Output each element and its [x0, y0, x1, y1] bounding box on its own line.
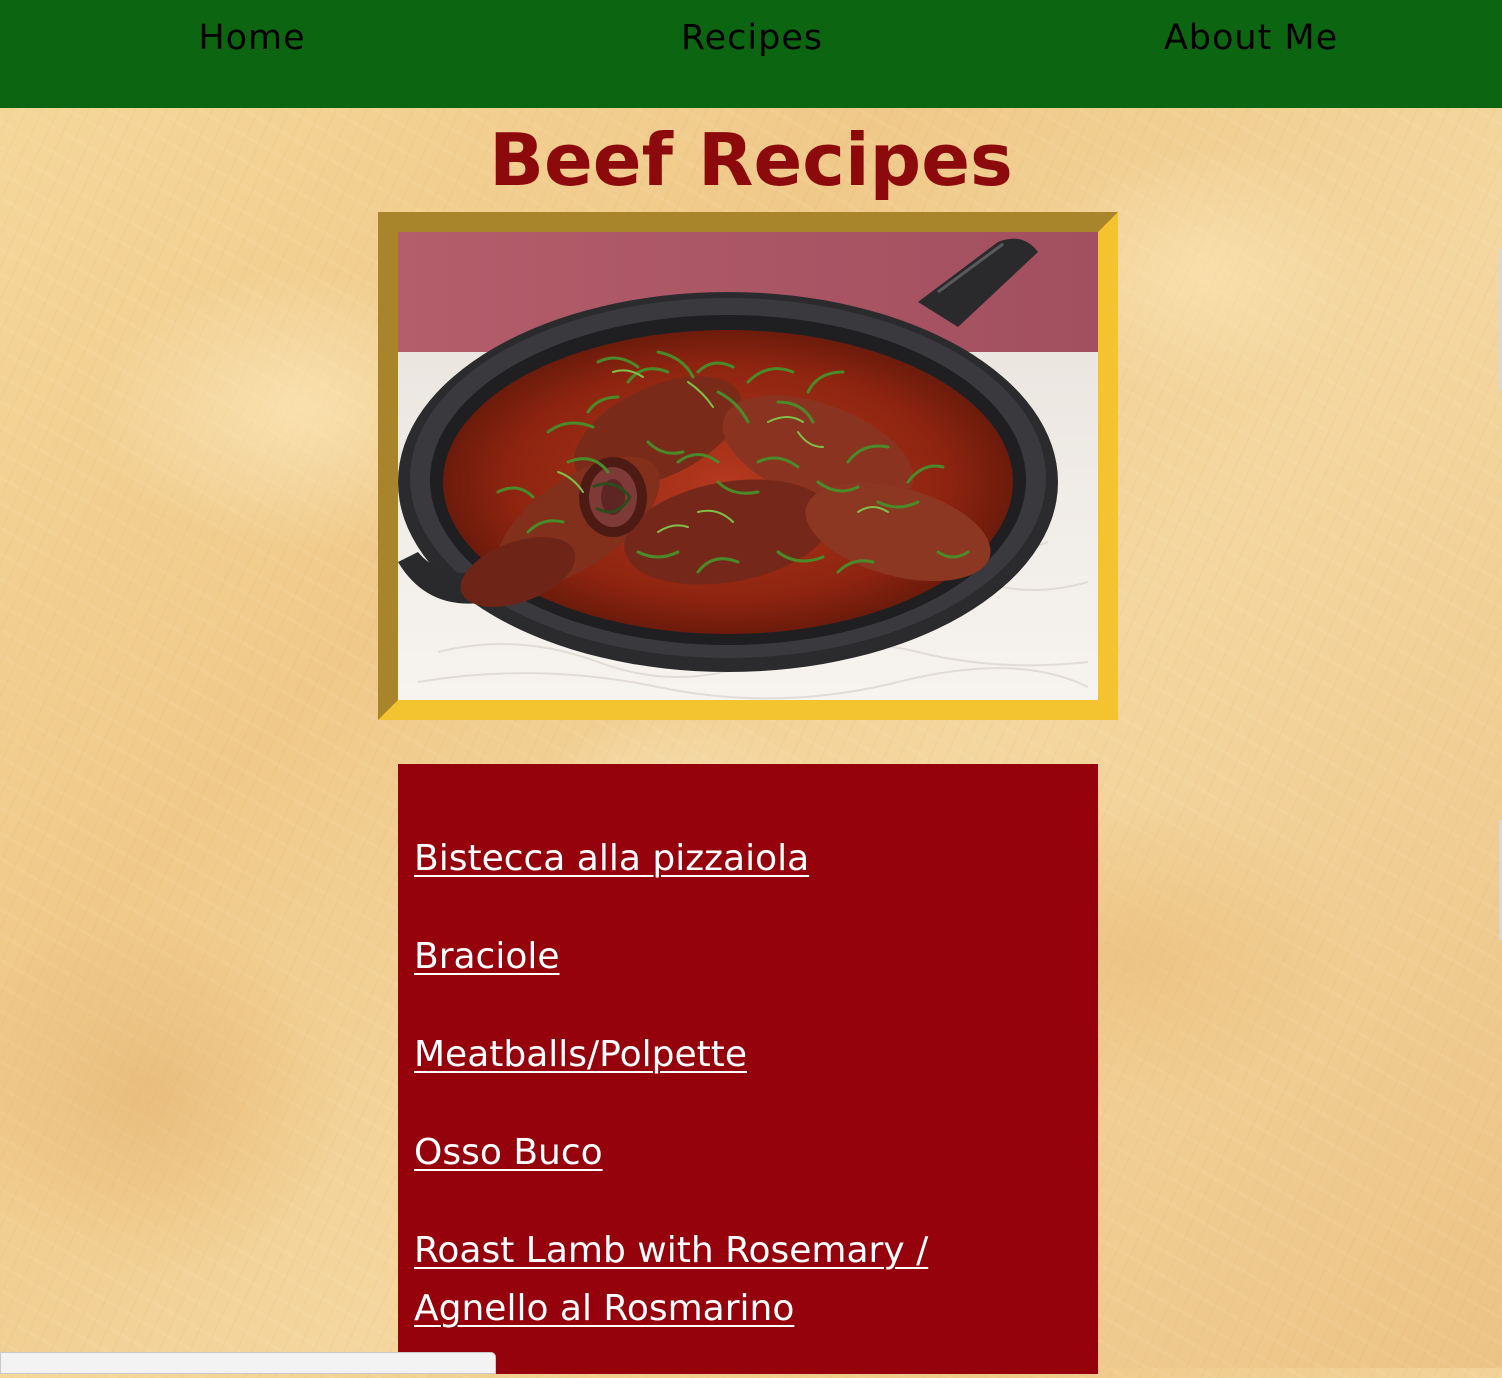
page-title: Beef Recipes: [489, 118, 1013, 202]
recipe-list-panel: Bistecca alla pizzaiola Braciole Meatbal…: [398, 764, 1098, 1374]
recipe-list-item: Roast Lamb with Rosemary / Agnello al Ro…: [414, 1222, 1034, 1338]
recipe-list-item: Braciole: [414, 928, 1034, 986]
top-navbar: Home Recipes About Me: [0, 0, 1502, 108]
recipe-list-item: Meatballs/Polpette: [414, 1026, 1034, 1084]
recipe-list: Bistecca alla pizzaiola Braciole Meatbal…: [414, 830, 1034, 1378]
dish-illustration: [398, 232, 1098, 700]
braciole-pan-photo: [398, 232, 1098, 700]
recipe-link-roast-lamb-rosemary[interactable]: Roast Lamb with Rosemary / Agnello al Ro…: [414, 1230, 928, 1329]
browser-status-bar: [0, 1352, 496, 1374]
recipe-list-item: Osso Buco: [414, 1124, 1034, 1182]
recipe-list-item: Bistecca alla pizzaiola: [414, 830, 1034, 888]
recipe-link-meatballs-polpette[interactable]: Meatballs/Polpette: [414, 1034, 747, 1075]
nav-about-link[interactable]: About Me: [1051, 18, 1451, 58]
recipe-link-osso-buco[interactable]: Osso Buco: [414, 1132, 603, 1173]
recipe-link-braciole[interactable]: Braciole: [414, 936, 560, 977]
nav-recipes-link[interactable]: Recipes: [552, 18, 952, 58]
photo-frame: [378, 212, 1118, 720]
recipe-link-bistecca-alla-pizzaiola[interactable]: Bistecca alla pizzaiola: [414, 838, 809, 879]
nav-home-link[interactable]: Home: [52, 18, 452, 58]
